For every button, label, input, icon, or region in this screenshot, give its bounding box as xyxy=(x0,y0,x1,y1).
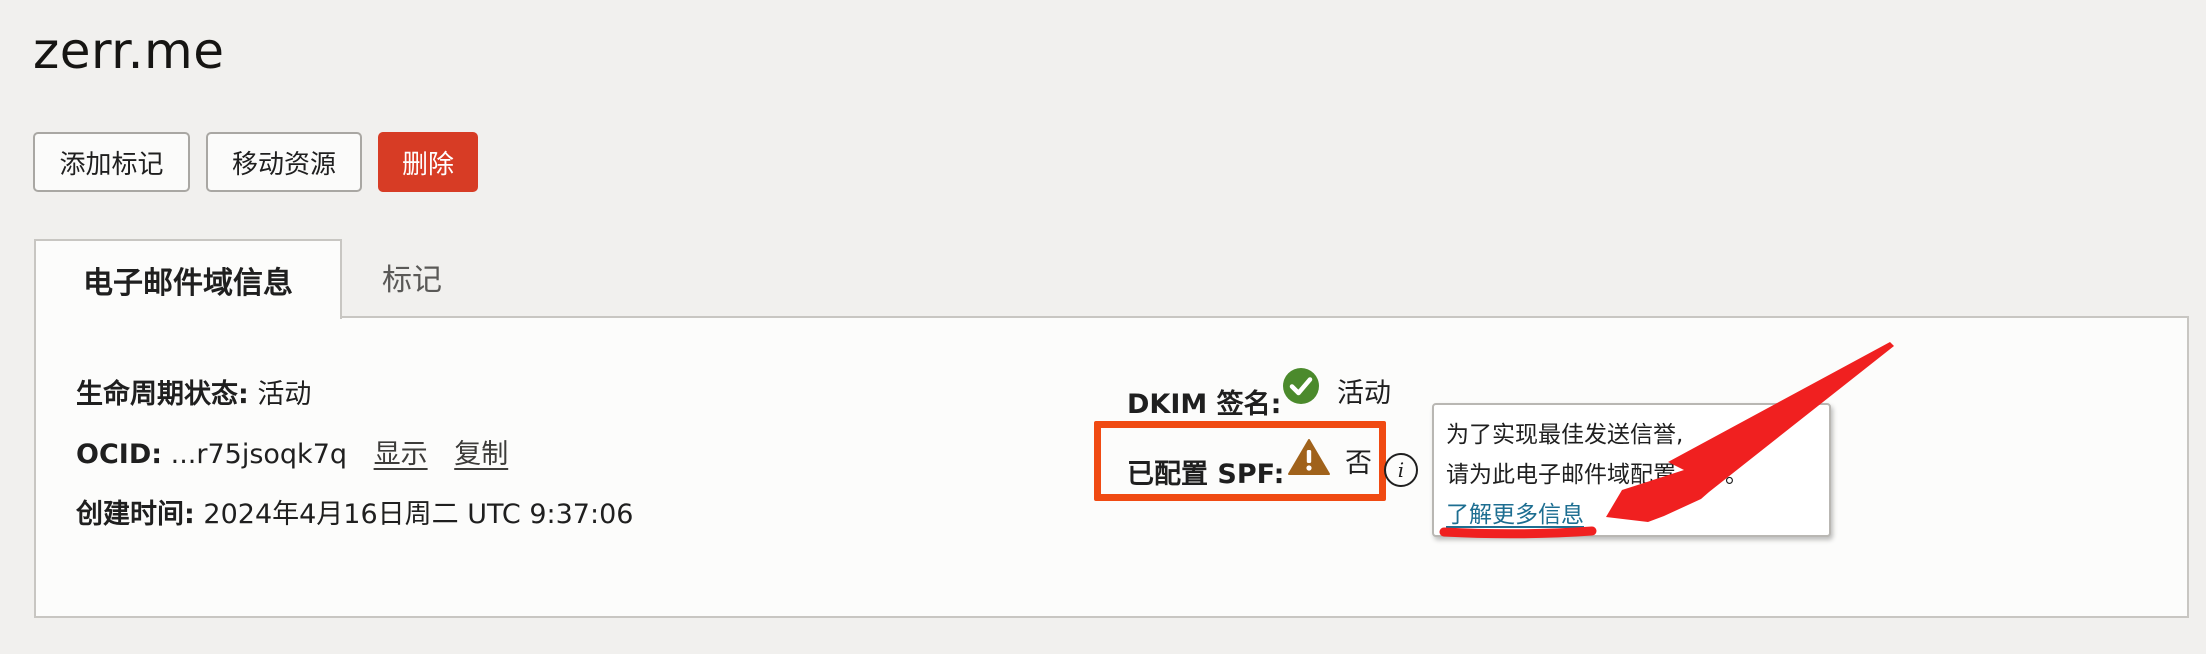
ocid-row: OCID: ...r75jsoqk7q 显示 复制 xyxy=(76,432,508,471)
spf-tooltip: 为了实现最佳发送信誉, 请为此电子邮件域配置 SPF。 了解更多信息 xyxy=(1432,403,1831,537)
warning-triangle-icon xyxy=(1288,439,1330,475)
learn-more-link[interactable]: 了解更多信息 xyxy=(1446,502,1584,528)
ocid-copy-link[interactable]: 复制 xyxy=(454,439,508,470)
tooltip-line-1: 为了实现最佳发送信誉, xyxy=(1446,422,1684,448)
page-title: zerr.me xyxy=(33,22,225,80)
created-value: 2024年4月16日周二 UTC 9:37:06 xyxy=(203,499,634,530)
add-tag-button[interactable]: 添加标记 xyxy=(33,132,190,192)
ocid-show-link[interactable]: 显示 xyxy=(374,439,428,470)
check-circle-icon xyxy=(1283,368,1319,404)
tab-tags[interactable]: 标记 xyxy=(382,255,442,299)
dkim-row: DKIM 签名: xyxy=(1127,382,1281,421)
dkim-label: DKIM 签名: xyxy=(1127,389,1282,420)
ocid-value: ...r75jsoqk7q xyxy=(170,439,348,470)
move-resource-button[interactable]: 移动资源 xyxy=(206,132,362,192)
spf-row: 已配置 SPF: xyxy=(1127,452,1284,491)
info-icon[interactable]: i xyxy=(1384,453,1418,487)
delete-button[interactable]: 删除 xyxy=(378,132,478,192)
lifecycle-row: 生命周期状态: 活动 xyxy=(76,372,311,411)
tab-email-domain-info[interactable]: 电子邮件域信息 xyxy=(34,239,342,319)
lifecycle-value: 活动 xyxy=(257,379,312,410)
created-label: 创建时间: xyxy=(76,499,195,530)
lifecycle-label: 生命周期状态: xyxy=(76,379,249,410)
ocid-label: OCID: xyxy=(76,439,163,470)
tooltip-line-2: 请为此电子邮件域配置 SPF。 xyxy=(1446,462,1749,488)
dkim-value: 活动 xyxy=(1337,378,1391,409)
spf-value: 否 xyxy=(1345,448,1372,479)
spf-label: 已配置 SPF: xyxy=(1127,459,1285,490)
created-row: 创建时间: 2024年4月16日周二 UTC 9:37:06 xyxy=(76,492,633,531)
